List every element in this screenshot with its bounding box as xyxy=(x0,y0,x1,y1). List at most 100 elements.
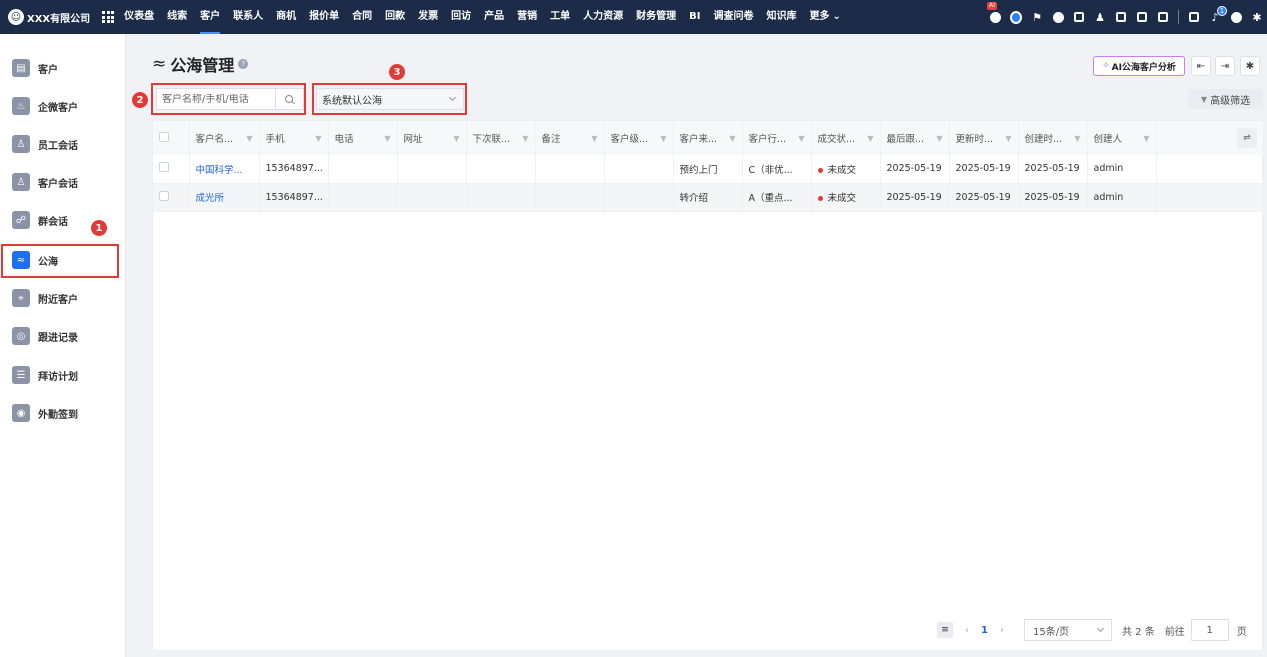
table-cell[interactable]: 中国科学... xyxy=(189,155,260,184)
column-header[interactable]: 创建时... ▼ xyxy=(1018,121,1088,155)
column-header[interactable]: 网址 ▼ xyxy=(397,121,467,155)
column-header[interactable]: 客户行... ▼ xyxy=(742,121,812,155)
filter-icon[interactable]: ▼ xyxy=(867,134,873,143)
sidebar-item-field-checkin[interactable]: ◉ 外勤签到 xyxy=(4,398,116,428)
nav-opportunities[interactable]: 商机 xyxy=(276,0,296,34)
nav-payments[interactable]: 回款 xyxy=(385,0,405,34)
filter-icon[interactable]: ▼ xyxy=(246,134,252,143)
column-label: 客户名... xyxy=(195,134,234,145)
customer-name-link[interactable]: 成光所 xyxy=(196,193,225,204)
sidebar-item-customers[interactable]: ▤ 客户 xyxy=(4,53,116,83)
table-cell xyxy=(328,155,398,184)
nav-customers[interactable]: 客户 xyxy=(200,0,221,34)
help-icon[interactable]: ? xyxy=(238,59,249,69)
settings-button[interactable]: ✱ xyxy=(1240,56,1260,76)
bell-icon[interactable]: ♪ 1 xyxy=(1209,6,1227,24)
help-icon[interactable] xyxy=(1230,11,1242,23)
filter-icon[interactable]: ▼ xyxy=(729,134,735,143)
filter-icon[interactable]: ▼ xyxy=(1005,134,1011,143)
sidebar-item-wecom-customers[interactable]: ♨ 企微客户 xyxy=(4,91,116,121)
select-all-checkbox[interactable] xyxy=(159,131,169,142)
phone-icon[interactable] xyxy=(1136,11,1148,23)
calendar-icon[interactable] xyxy=(1157,11,1169,23)
apps-grid-icon[interactable] xyxy=(102,11,115,23)
globe-icon[interactable] xyxy=(1052,11,1064,23)
column-header[interactable]: 客户名... ▼ xyxy=(189,121,260,155)
report-icon[interactable] xyxy=(1188,11,1200,23)
robot-icon[interactable]: AI xyxy=(987,2,1001,23)
pool-select[interactable]: 系统默认公海 xyxy=(316,88,464,110)
search-input[interactable] xyxy=(157,93,275,105)
ai-analysis-button[interactable]: ✧ AI公海客户分析 xyxy=(1093,56,1185,76)
column-header[interactable]: 备注 ▼ xyxy=(535,121,605,155)
table-cell: admin xyxy=(1087,183,1157,212)
nav-contracts[interactable]: 合同 xyxy=(352,0,372,34)
import-icon: ⇤ xyxy=(1196,60,1206,72)
nav-invoices[interactable]: 发票 xyxy=(418,0,438,34)
page-size-select[interactable]: 15条/页 xyxy=(1023,619,1112,641)
flag-icon[interactable]: ⚑ xyxy=(1031,11,1043,24)
import-button[interactable]: ⇤ xyxy=(1191,56,1211,76)
column-header[interactable]: 下次联... ▼ xyxy=(466,121,536,155)
chat-icon[interactable] xyxy=(1010,10,1022,24)
row-checkbox[interactable] xyxy=(159,162,169,173)
nav-knowledge[interactable]: 知识库 xyxy=(766,0,796,34)
column-header[interactable]: 成交状... ▼ xyxy=(811,121,881,155)
nav-marketing[interactable]: 营销 xyxy=(517,0,537,34)
nav-finance[interactable]: 财务管理 xyxy=(636,0,676,34)
filter-icon: ▼ xyxy=(1200,94,1208,104)
sidebar-item-nearby[interactable]: ⌖ 附近客户 xyxy=(4,283,116,313)
doc-icon[interactable] xyxy=(1115,11,1127,23)
table-cell[interactable]: 成光所 xyxy=(189,183,260,212)
filter-icon[interactable]: ▼ xyxy=(522,134,528,143)
nav-survey[interactable]: 调查问卷 xyxy=(713,0,753,34)
column-header[interactable]: 最后跟... ▼ xyxy=(880,121,950,155)
page-number[interactable]: 1 xyxy=(981,625,988,636)
next-page-icon[interactable]: › xyxy=(997,625,1007,636)
settings-icon[interactable]: ✱ xyxy=(1251,11,1263,24)
column-header[interactable]: 创建人 ▼ xyxy=(1087,121,1157,155)
advanced-filter-button[interactable]: ▼ 高级筛选 xyxy=(1188,89,1263,109)
user-icon[interactable]: ♟ xyxy=(1094,11,1106,24)
nav-more[interactable]: 更多 ⌄ xyxy=(809,0,840,34)
nav-hr[interactable]: 人力资源 xyxy=(583,0,623,34)
check-icon[interactable] xyxy=(1073,11,1085,23)
table-row[interactable]: 中国科学... 15364897... 预约上门 C（非优... 未成交 202… xyxy=(153,155,1264,184)
filter-icon[interactable]: ▼ xyxy=(936,134,942,143)
nav-leads[interactable]: 线索 xyxy=(167,0,187,34)
column-header[interactable]: 手机 ▼ xyxy=(259,121,329,155)
nav-bi[interactable]: BI xyxy=(689,0,700,34)
column-settings-icon[interactable]: ⇌ xyxy=(1237,128,1257,148)
nav-dashboard[interactable]: 仪表盘 xyxy=(124,0,154,34)
goto-input[interactable]: 1 xyxy=(1190,619,1229,641)
nav-tickets[interactable]: 工单 xyxy=(550,0,570,34)
filter-icon[interactable]: ▼ xyxy=(798,134,804,143)
company-logo[interactable]: ☺ XXX有限公司 xyxy=(0,0,90,34)
sidebar-item-customer-chat[interactable]: ♙ 客户会话 xyxy=(4,167,116,197)
filter-icon[interactable]: ▼ xyxy=(660,134,666,143)
filter-icon[interactable]: ▼ xyxy=(591,134,597,143)
column-header[interactable]: 电话 ▼ xyxy=(328,121,398,155)
filter-icon[interactable]: ▼ xyxy=(1143,134,1149,143)
column-header[interactable]: 更新时... ▼ xyxy=(949,121,1019,155)
filter-icon[interactable]: ▼ xyxy=(453,134,459,143)
export-button[interactable]: ⇥ xyxy=(1215,56,1235,76)
sidebar-item-follow-up[interactable]: ◎ 跟进记录 xyxy=(4,321,116,351)
row-checkbox[interactable] xyxy=(159,190,169,201)
search-button[interactable] xyxy=(275,89,301,109)
nav-contacts[interactable]: 联系人 xyxy=(233,0,263,34)
nav-products[interactable]: 产品 xyxy=(484,0,504,34)
customer-name-link[interactable]: 中国科学... xyxy=(196,165,243,176)
column-header[interactable]: 客户来... ▼ xyxy=(673,121,743,155)
sidebar-item-visit-plan[interactable]: ☰ 拜访计划 xyxy=(4,360,116,390)
table-row[interactable]: 成光所 15364897... 转介绍 A（重点... 未成交 2025-05-… xyxy=(153,183,1264,212)
filter-icon[interactable]: ▼ xyxy=(315,134,321,143)
filter-icon[interactable]: ▼ xyxy=(1074,134,1080,143)
nav-revisits[interactable]: 回访 xyxy=(451,0,471,34)
menu-icon[interactable]: ≡ xyxy=(937,622,953,638)
column-header[interactable]: 客户级... ▼ xyxy=(604,121,674,155)
sidebar-item-employee-chat[interactable]: ♙ 员工会话 xyxy=(4,129,116,159)
filter-icon[interactable]: ▼ xyxy=(384,134,390,143)
prev-page-icon[interactable]: ‹ xyxy=(962,625,972,636)
nav-quotes[interactable]: 报价单 xyxy=(309,0,339,34)
